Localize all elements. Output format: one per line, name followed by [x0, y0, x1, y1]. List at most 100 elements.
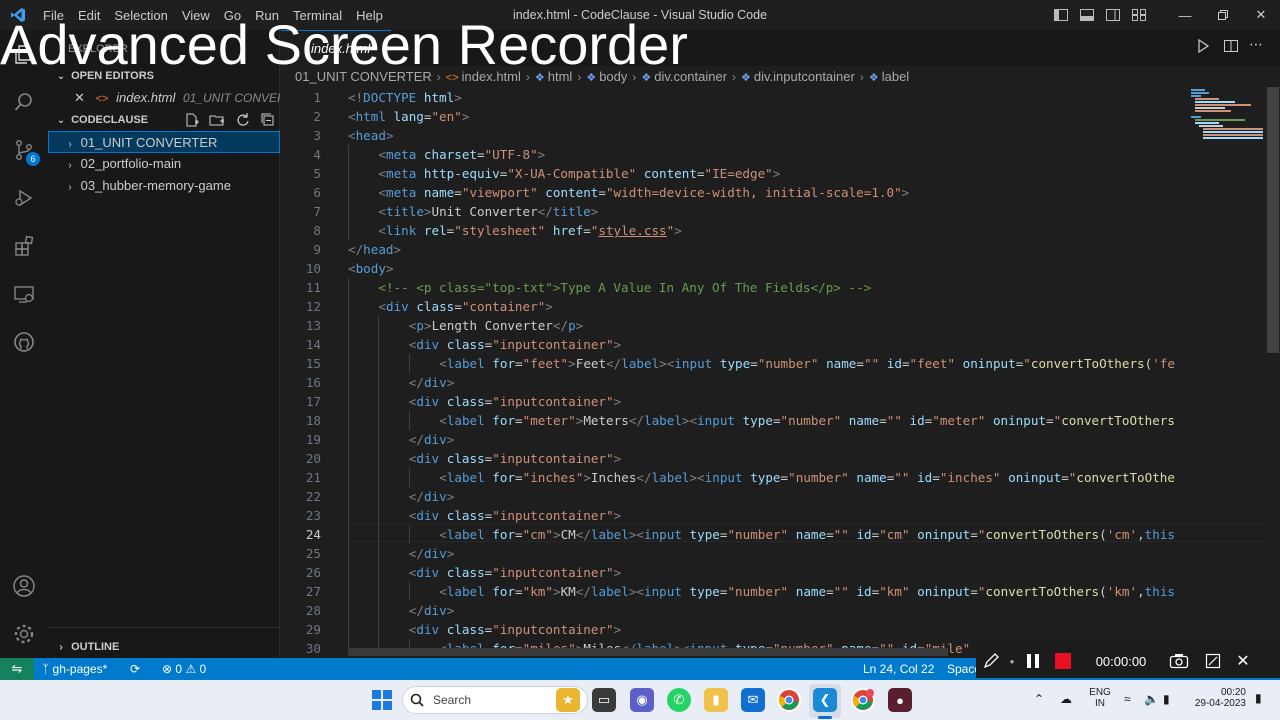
toggle-panel-icon[interactable]	[1074, 0, 1100, 30]
chevron-up-icon[interactable]: ⌃	[1034, 692, 1044, 706]
branch-indicator[interactable]: ᛉ gh-pages*	[42, 658, 107, 680]
code-line[interactable]: 3 <head>	[281, 126, 1265, 145]
code-text: <html lang="en">	[348, 109, 470, 124]
chrome-profile-icon[interactable]	[851, 688, 875, 712]
close-window-icon[interactable]: ✕	[1242, 0, 1280, 30]
code-line[interactable]: 27 <label for="km">KM</label><input type=…	[281, 582, 1265, 601]
collapse-all-icon[interactable]	[260, 112, 276, 130]
search-highlight-icon[interactable]: ★	[556, 688, 580, 712]
new-file-icon[interactable]	[184, 112, 200, 130]
element-icon: ❖	[741, 72, 751, 84]
code-line[interactable]: 9 </head>	[281, 240, 1265, 259]
code-line[interactable]: 2 <html lang="en">	[281, 107, 1265, 126]
folder-item-portfolio[interactable]: › 02_portfolio-main	[48, 153, 280, 175]
horizontal-scrollbar[interactable]	[348, 648, 948, 656]
vscode-taskbar-icon[interactable]: ❮	[813, 688, 837, 712]
code-line[interactable]: 28 </div>	[281, 601, 1265, 620]
pen-icon[interactable]	[976, 644, 1006, 678]
code-line[interactable]: 14 <div class="inputcontainer">	[281, 335, 1265, 354]
new-folder-icon[interactable]	[209, 112, 225, 130]
code-line[interactable]: 7 <title>Unit Converter</title>	[281, 202, 1265, 221]
screen-recorder-icon[interactable]: ●	[888, 688, 912, 712]
stop-record-icon[interactable]	[1048, 644, 1078, 678]
code-line[interactable]: 18 <label for="meter">Meters</label><inpu…	[281, 411, 1265, 430]
code-line[interactable]: 24 <label for="cm">CM</label><input type=…	[281, 525, 1265, 544]
search-icon[interactable]	[0, 78, 48, 126]
code-line[interactable]: 20 <div class="inputcontainer">	[281, 449, 1265, 468]
code-line[interactable]: 21 <label for="inches">Inches</label><inp…	[281, 468, 1265, 487]
minimap[interactable]	[1185, 87, 1265, 647]
code-line[interactable]: 11 <!-- <p class="top-txt">Type A Value I…	[281, 278, 1265, 297]
code-line[interactable]: 25 </div>	[281, 544, 1265, 563]
code-line[interactable]: 29 <div class="inputcontainer">	[281, 620, 1265, 639]
breadcrumb-div-inputcontainer[interactable]: div.inputcontainer	[754, 69, 855, 84]
code-line[interactable]: 23 <div class="inputcontainer">	[281, 506, 1265, 525]
code-line[interactable]: 5 <meta http-equiv="X-UA-Compatible" cont…	[281, 164, 1265, 183]
windows-start-icon[interactable]	[370, 688, 394, 712]
code-line[interactable]: 6 <meta name="viewport" content="width=de…	[281, 183, 1265, 202]
code-line[interactable]: 16 </div>	[281, 373, 1265, 392]
run-debug-icon[interactable]	[0, 174, 48, 222]
whatsapp-icon[interactable]: ✆	[667, 688, 691, 712]
close-editor-icon[interactable]: ✕	[74, 87, 88, 109]
breadcrumb-label[interactable]: label	[882, 69, 909, 84]
settings-gear-icon[interactable]	[0, 610, 48, 658]
volume-muted-icon[interactable]: 🔈	[1144, 692, 1159, 706]
notifications-icon[interactable]: ▮	[1255, 691, 1262, 705]
more-actions-icon[interactable]: ⋯	[1249, 36, 1269, 56]
battery-icon[interactable]: ▮	[1163, 692, 1170, 706]
close-recorder-icon[interactable]: ✕	[1228, 644, 1258, 678]
minimize-icon[interactable]: —	[1166, 0, 1204, 30]
mail-icon[interactable]: ✉	[741, 688, 765, 712]
code-line[interactable]: 15 <label for="feet">Feet</label><input t…	[281, 354, 1265, 373]
teams-chat-icon[interactable]: ◉	[630, 688, 654, 712]
problems-indicator[interactable]: ⊗ 0 ⚠ 0	[162, 658, 206, 680]
split-editor-icon[interactable]	[1223, 38, 1243, 58]
file-explorer-icon[interactable]: ▮	[704, 688, 728, 712]
onedrive-cloud-icon[interactable]: ☁	[1060, 692, 1072, 706]
code-editor[interactable]: 1 <!DOCTYPE html> 2 <html lang="en"> 3 <head>…	[281, 87, 1265, 657]
wifi-icon[interactable]: ≈	[1124, 692, 1131, 706]
restore-icon[interactable]	[1204, 0, 1242, 30]
line-number: 13	[305, 318, 321, 333]
code-line[interactable]: 8 <link rel="stylesheet" href="style.css"…	[281, 221, 1265, 240]
accounts-icon[interactable]	[0, 562, 48, 610]
code-line[interactable]: 12 <div class="container">	[281, 297, 1265, 316]
folder-item-memory-game[interactable]: › 03_hubber-memory-game	[48, 175, 280, 197]
code-line[interactable]: 10 <body>	[281, 259, 1265, 278]
language-indicator[interactable]: ENG IN	[1088, 687, 1112, 709]
code-line[interactable]: 13 <p>Length Converter</p>	[281, 316, 1265, 335]
folder-item-unit-converter[interactable]: › 01_UNIT CONVERTER	[48, 131, 280, 153]
code-line[interactable]: 17 <div class="inputcontainer">	[281, 392, 1265, 411]
customize-layout-icon[interactable]	[1126, 0, 1152, 30]
toggle-primary-sidebar-icon[interactable]	[1048, 0, 1074, 30]
code-line[interactable]: 22 </div>	[281, 487, 1265, 506]
extensions-icon[interactable]	[0, 222, 48, 270]
indent-guide	[348, 335, 349, 354]
chrome-icon[interactable]	[777, 688, 801, 712]
outline-header[interactable]: › OUTLINE	[48, 636, 280, 658]
code-line[interactable]: 1 <!DOCTYPE html>	[281, 88, 1265, 107]
open-editor-item[interactable]: ✕ <> index.html 01_UNIT CONVER...	[48, 87, 280, 109]
code-line[interactable]: 26 <div class="inputcontainer">	[281, 563, 1265, 582]
refresh-icon[interactable]	[235, 112, 251, 130]
minimize-recorder-icon[interactable]	[1198, 644, 1228, 678]
cursor-position[interactable]: Ln 24, Col 22	[863, 658, 934, 680]
pause-icon[interactable]	[1018, 644, 1048, 678]
task-view-icon[interactable]: ▭	[592, 688, 616, 712]
clock[interactable]: 00:20 29-04-2023	[1190, 687, 1246, 709]
code-line[interactable]: 4 <meta charset="UTF-8">	[281, 145, 1265, 164]
run-icon[interactable]	[1195, 38, 1215, 58]
code-line[interactable]: 19 </div>	[281, 430, 1265, 449]
toggle-secondary-sidebar-icon[interactable]	[1100, 0, 1126, 30]
scrollbar-thumb[interactable]	[1267, 87, 1279, 353]
indent-guide	[348, 202, 349, 221]
github-icon[interactable]	[0, 318, 48, 366]
sync-icon[interactable]: ⟳	[130, 658, 140, 680]
line-number: 21	[305, 470, 321, 485]
remote-explorer-icon[interactable]	[0, 270, 48, 318]
source-control-icon[interactable]: 6	[0, 126, 48, 174]
camera-icon[interactable]	[1164, 644, 1194, 678]
remote-indicator-icon[interactable]: ⇋	[0, 658, 34, 680]
workspace-label: CODECLAUSE	[71, 114, 149, 126]
